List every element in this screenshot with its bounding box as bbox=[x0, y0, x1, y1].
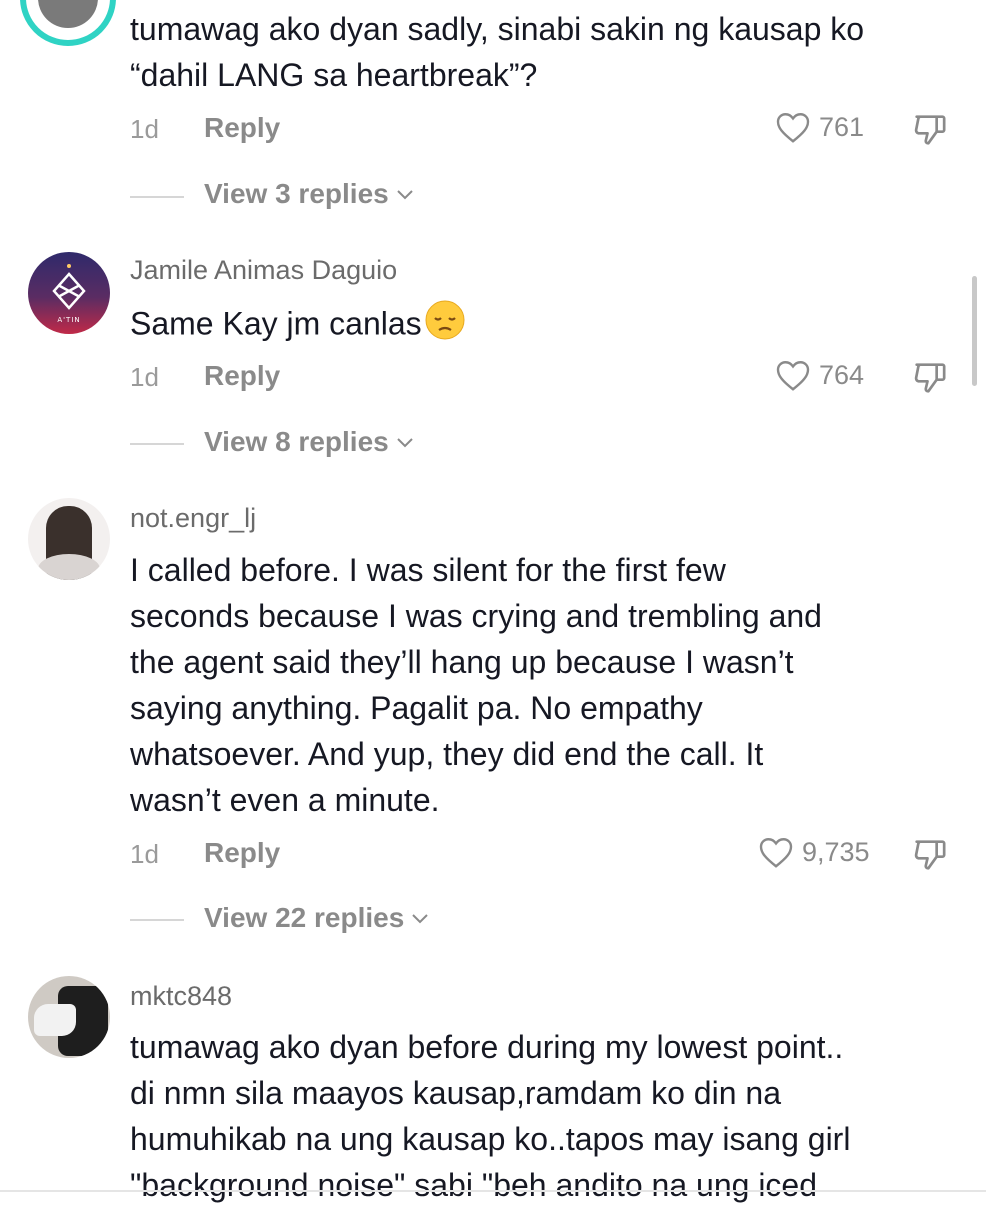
heart-icon bbox=[776, 361, 810, 391]
disappointed-face-icon bbox=[424, 299, 466, 353]
username[interactable]: Jamile Animas Daguio bbox=[130, 255, 397, 286]
reply-button[interactable]: Reply bbox=[204, 360, 280, 392]
comment-time: 1d bbox=[130, 362, 159, 392]
like-count: 764 bbox=[819, 359, 865, 390]
dislike-button[interactable] bbox=[910, 835, 950, 880]
heart-icon bbox=[776, 113, 810, 143]
like-button[interactable]: 9,735 bbox=[758, 835, 870, 869]
replies-divider bbox=[130, 443, 184, 445]
like-button[interactable]: 761 bbox=[775, 110, 864, 144]
avatar[interactable] bbox=[20, 0, 116, 46]
atin-logo-icon: A'TIN bbox=[52, 264, 86, 324]
replies-divider bbox=[130, 919, 184, 921]
scrollbar[interactable] bbox=[972, 276, 977, 386]
dislike-icon bbox=[914, 115, 946, 145]
view-replies-button[interactable]: View 8 replies bbox=[204, 426, 415, 458]
dislike-button[interactable] bbox=[910, 358, 950, 403]
like-count: 9,735 bbox=[802, 836, 870, 867]
view-replies-label: View 8 replies bbox=[204, 426, 389, 457]
bottom-divider bbox=[0, 1190, 986, 1192]
view-replies-label: View 3 replies bbox=[204, 178, 389, 209]
like-button[interactable]: 764 bbox=[775, 358, 864, 392]
comment-time: 1d bbox=[130, 114, 159, 144]
view-replies-label: View 22 replies bbox=[204, 902, 405, 933]
reply-button[interactable]: Reply bbox=[204, 112, 280, 144]
chevron-down-icon bbox=[397, 190, 413, 200]
username[interactable]: not.engr_lj bbox=[130, 503, 256, 534]
chevron-down-icon bbox=[397, 438, 413, 448]
reply-button[interactable]: Reply bbox=[204, 837, 280, 869]
view-replies-button[interactable]: View 22 replies bbox=[204, 902, 430, 934]
chevron-down-icon bbox=[412, 914, 428, 924]
svg-text:A'TIN: A'TIN bbox=[57, 316, 80, 324]
username[interactable]: mktc848 bbox=[130, 981, 232, 1012]
view-replies-button[interactable]: View 3 replies bbox=[204, 178, 415, 210]
replies-divider bbox=[130, 196, 184, 198]
dislike-icon bbox=[914, 840, 946, 870]
avatar[interactable] bbox=[28, 976, 110, 1058]
comment-text: tumawag ako dyan before during my lowest… bbox=[130, 1029, 851, 1203]
avatar[interactable]: A'TIN bbox=[28, 252, 110, 334]
comment-time: 1d bbox=[130, 839, 159, 869]
comment-text: tumawag ako dyan sadly, sinabi sakin ng … bbox=[130, 11, 865, 93]
comment-text: Same Kay jm canlas bbox=[130, 299, 970, 353]
like-count: 761 bbox=[819, 111, 865, 142]
dislike-button[interactable] bbox=[910, 110, 950, 155]
dislike-icon bbox=[914, 363, 946, 393]
comment-text: I called before. I was silent for the fi… bbox=[130, 552, 822, 818]
heart-icon bbox=[759, 838, 793, 868]
avatar[interactable] bbox=[28, 498, 110, 580]
